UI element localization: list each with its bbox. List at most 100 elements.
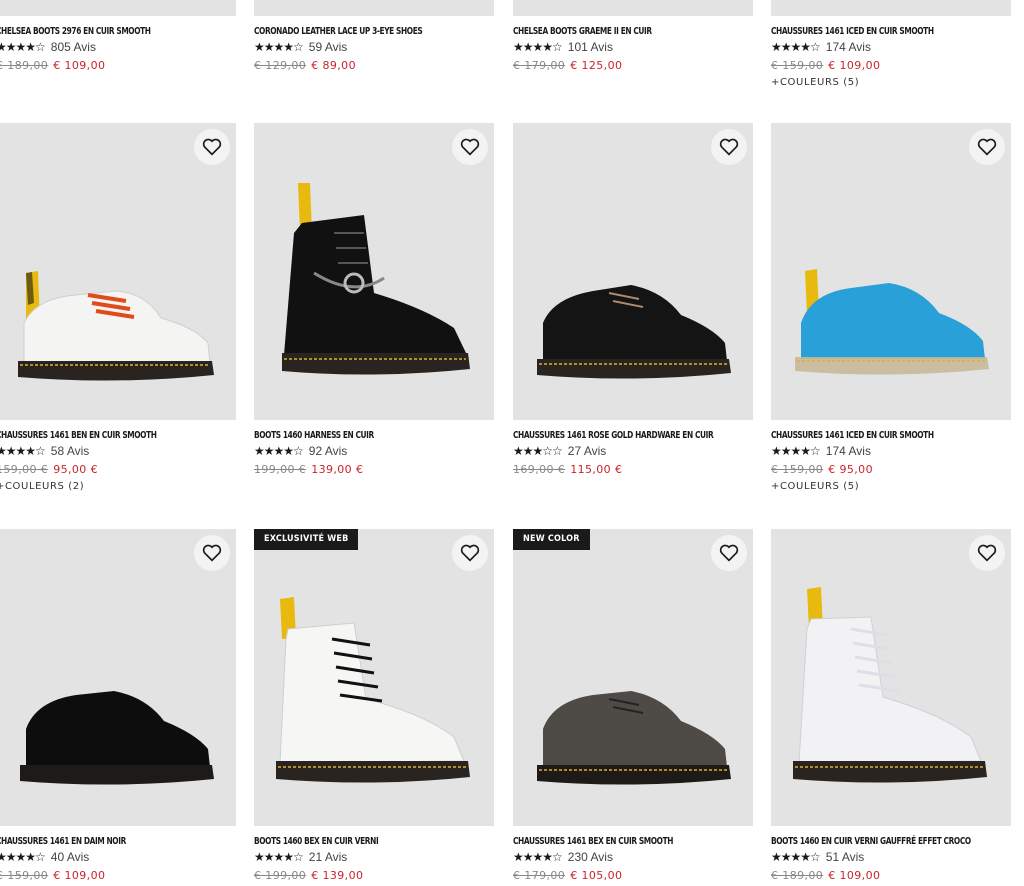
review-count[interactable]: 51 Avis xyxy=(826,850,864,864)
old-price: € 189,00 xyxy=(771,869,824,882)
product-image[interactable] xyxy=(0,123,236,420)
review-count[interactable]: 58 Avis xyxy=(51,444,89,458)
product-card[interactable]: BOOTS 1460 HARNESS EN CUIR ★★★★☆ 92 Avis… xyxy=(254,123,494,476)
sale-price: € 125,00 xyxy=(570,59,623,72)
product-name[interactable]: CORONADO LEATHER LACE UP 3-EYE SHOES xyxy=(254,25,488,38)
product-image[interactable] xyxy=(0,529,236,826)
product-name[interactable]: BOOTS 1460 EN CUIR VERNI GAUFFRÉ EFFET C… xyxy=(771,835,1005,848)
sale-price: € 95,00 xyxy=(828,463,873,476)
product-image[interactable] xyxy=(771,0,1011,16)
more-colors-link[interactable]: +COULEURS (5) xyxy=(771,77,1011,88)
wishlist-heart-icon[interactable] xyxy=(969,129,1005,165)
product-card[interactable]: NEW COLOR CHAUSSURES 1461 BEX EN CUIR SM… xyxy=(513,529,753,882)
product-card[interactable]: CORONADO LEATHER LACE UP 3-EYE SHOES ★★★… xyxy=(254,0,494,72)
product-image[interactable] xyxy=(513,0,753,16)
review-count[interactable]: 230 Avis xyxy=(568,850,613,864)
wishlist-heart-icon[interactable] xyxy=(452,129,488,165)
product-image[interactable]: NEW COLOR xyxy=(513,529,753,826)
product-rating: ★★★★☆ 59 Avis xyxy=(254,40,494,54)
product-card[interactable]: CHELSEA BOOTS GRAEME II EN CUIR ★★★★☆ 10… xyxy=(513,0,753,72)
product-price: 169,00 € 115,00 € xyxy=(513,463,753,476)
product-badge: NEW COLOR xyxy=(513,529,590,550)
white-boot-black-laces-icon xyxy=(276,597,470,783)
old-price: € 189,00 xyxy=(0,59,49,72)
star-rating-icon: ★★★★☆ xyxy=(771,444,821,458)
product-name[interactable]: BOOTS 1460 BEX EN CUIR VERNI xyxy=(254,835,488,848)
product-price: € 129,00 € 89,00 xyxy=(254,59,494,72)
product-image[interactable] xyxy=(254,123,494,420)
product-rating: ★★★★☆ 805 Avis xyxy=(0,40,236,54)
review-count[interactable]: 174 Avis xyxy=(826,40,871,54)
product-rating: ★★★★☆ 174 Avis xyxy=(771,40,1011,54)
product-image[interactable]: EXCLUSIVITÉ WEB xyxy=(254,529,494,826)
review-count[interactable]: 101 Avis xyxy=(568,40,613,54)
star-rating-icon: ★★★★☆ xyxy=(771,40,821,54)
sale-price: € 105,00 xyxy=(570,869,623,882)
product-image[interactable] xyxy=(0,0,236,16)
wishlist-heart-icon[interactable] xyxy=(711,129,747,165)
review-count[interactable]: 805 Avis xyxy=(51,40,96,54)
grey-shoe-icon xyxy=(537,691,731,785)
black-shoe-icon xyxy=(537,285,731,379)
product-rating: ★★★★☆ 51 Avis xyxy=(771,850,1011,864)
product-name[interactable]: CHAUSSURES 1461 ICED EN CUIR SMOOTH xyxy=(771,429,1005,442)
product-card[interactable]: CHAUSSURES 1461 ICED EN CUIR SMOOTH ★★★★… xyxy=(771,123,1011,492)
product-image[interactable] xyxy=(254,0,494,16)
product-card[interactable]: BOOTS 1460 EN CUIR VERNI GAUFFRÉ EFFET C… xyxy=(771,529,1011,882)
product-name[interactable]: CHAUSSURES 1461 BEX EN CUIR SMOOTH xyxy=(513,835,747,848)
product-card[interactable]: CHAUSSURES 1461 ROSE GOLD HARDWARE EN CU… xyxy=(513,123,753,476)
star-rating-icon: ★★★★☆ xyxy=(254,444,304,458)
product-card[interactable]: EXCLUSIVITÉ WEB BOOTS 1460 BEX EN CUIR V… xyxy=(254,529,494,882)
product-rating: ★★★☆☆ 27 Avis xyxy=(513,444,753,458)
old-price: € 179,00 xyxy=(513,869,566,882)
product-name[interactable]: BOOTS 1460 HARNESS EN CUIR xyxy=(254,429,488,442)
product-card[interactable]: CHELSEA BOOTS 2976 EN CUIR SMOOTH ★★★★☆ … xyxy=(0,0,236,72)
review-count[interactable]: 27 Avis xyxy=(568,444,606,458)
product-badge: EXCLUSIVITÉ WEB xyxy=(254,529,359,550)
product-price: € 159,00 € 95,00 xyxy=(771,463,1011,476)
sale-price: € 109,00 xyxy=(53,869,106,882)
product-card[interactable]: CHAUSSURES 1461 ICED EN CUIR SMOOTH ★★★★… xyxy=(771,0,1011,88)
product-price: 159,00 € 95,00 € xyxy=(0,463,236,476)
old-price: € 159,00 xyxy=(0,869,49,882)
star-rating-icon: ★★★★☆ xyxy=(0,40,46,54)
product-image[interactable] xyxy=(771,529,1011,826)
product-price: € 189,00 € 109,00 xyxy=(0,59,236,72)
wishlist-heart-icon[interactable] xyxy=(711,535,747,571)
more-colors-link[interactable]: +COULEURS (2) xyxy=(0,481,236,492)
star-rating-icon: ★★★★☆ xyxy=(254,40,304,54)
product-card[interactable]: CHAUSSURES 1461 BEN EN CUIR SMOOTH ★★★★☆… xyxy=(0,123,236,492)
star-rating-icon: ★★★★☆ xyxy=(513,40,563,54)
review-count[interactable]: 174 Avis xyxy=(826,444,871,458)
product-name[interactable]: CHAUSSURES 1461 BEN EN CUIR SMOOTH xyxy=(0,429,230,442)
sale-price: 115,00 € xyxy=(570,463,623,476)
review-count[interactable]: 21 Avis xyxy=(309,850,347,864)
review-count[interactable]: 92 Avis xyxy=(309,444,347,458)
product-name[interactable]: CHAUSSURES 1461 ICED EN CUIR SMOOTH xyxy=(771,25,1005,38)
old-price: € 159,00 xyxy=(771,59,824,72)
star-rating-icon: ★★★★☆ xyxy=(0,850,46,864)
old-price: € 199,00 xyxy=(254,869,307,882)
product-image[interactable] xyxy=(771,123,1011,420)
product-name[interactable]: CHELSEA BOOTS 2976 EN CUIR SMOOTH xyxy=(0,25,230,38)
wishlist-heart-icon[interactable] xyxy=(194,535,230,571)
product-card[interactable]: CHAUSSURES 1461 EN DAIM NOIR ★★★★☆ 40 Av… xyxy=(0,529,236,882)
white-croco-boot-icon xyxy=(793,587,987,783)
wishlist-heart-icon[interactable] xyxy=(194,129,230,165)
product-name[interactable]: CHELSEA BOOTS GRAEME II EN CUIR xyxy=(513,25,747,38)
sale-price: € 109,00 xyxy=(828,869,881,882)
product-image[interactable] xyxy=(513,123,753,420)
product-name[interactable]: CHAUSSURES 1461 ROSE GOLD HARDWARE EN CU… xyxy=(513,429,747,442)
review-count[interactable]: 59 Avis xyxy=(309,40,347,54)
product-price: € 179,00 € 125,00 xyxy=(513,59,753,72)
product-name[interactable]: CHAUSSURES 1461 EN DAIM NOIR xyxy=(0,835,230,848)
black-harness-boot-icon xyxy=(282,183,470,375)
wishlist-heart-icon[interactable] xyxy=(452,535,488,571)
review-count[interactable]: 40 Avis xyxy=(51,850,89,864)
sale-price: 95,00 € xyxy=(53,463,98,476)
more-colors-link[interactable]: +COULEURS (5) xyxy=(771,481,1011,492)
wishlist-heart-icon[interactable] xyxy=(969,535,1005,571)
product-price: € 159,00 € 109,00 xyxy=(0,869,236,882)
old-price: € 179,00 xyxy=(513,59,566,72)
star-rating-icon: ★★★★☆ xyxy=(771,850,821,864)
